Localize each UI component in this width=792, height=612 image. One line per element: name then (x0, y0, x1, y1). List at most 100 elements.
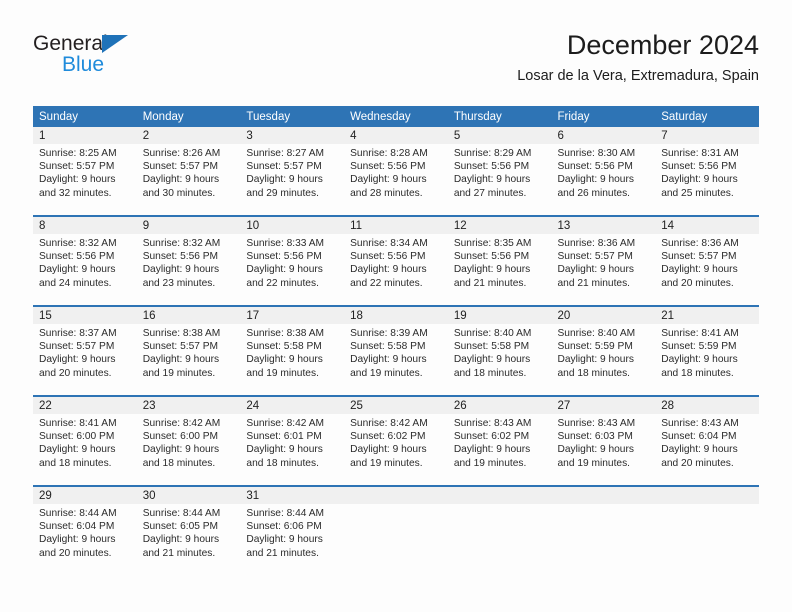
day-cell[interactable]: Sunrise: 8:34 AM Sunset: 5:56 PM Daylight:… (344, 234, 448, 306)
day-cell[interactable]: Sunrise: 8:43 AM Sunset: 6:04 PM Daylight:… (655, 414, 759, 486)
day-number-empty (655, 485, 759, 504)
day-number[interactable]: 9 (136, 215, 241, 234)
day-cell[interactable]: Sunrise: 8:42 AM Sunset: 6:01 PM Daylight:… (240, 414, 345, 486)
daylight-text: Daylight: 9 hours (39, 174, 116, 186)
title-block: December 2024 Losar de la Vera, Extremad… (517, 28, 759, 85)
day-number[interactable]: 15 (33, 305, 137, 324)
day-cell[interactable]: Sunrise: 8:27 AM Sunset: 5:57 PM Daylight:… (240, 144, 345, 216)
sunset-text: Sunset: 5:57 PM (39, 341, 115, 353)
day-number-row: 1234567 (33, 127, 759, 144)
daylight-text: Daylight: 9 hours (350, 354, 427, 366)
day-number[interactable]: 19 (447, 305, 552, 324)
sunrise-text: Sunrise: 8:38 AM (246, 328, 324, 339)
daylight-text: Daylight: 9 hours (453, 264, 531, 276)
day-cell[interactable]: Sunrise: 8:32 AM Sunset: 5:56 PM Daylight:… (136, 234, 241, 306)
day-number[interactable]: 26 (447, 395, 552, 414)
day-number[interactable]: 23 (136, 395, 241, 414)
day-number[interactable]: 1 (33, 127, 137, 144)
day-cell[interactable]: Sunrise: 8:44 AM Sunset: 6:05 PM Daylight:… (136, 504, 241, 575)
sunset-text: Sunset: 5:57 PM (557, 251, 633, 263)
daylight-text: Daylight: 9 hours (39, 444, 116, 456)
daylight-text: Daylight: 9 hours (39, 354, 116, 366)
day-number[interactable]: 30 (136, 485, 241, 504)
day-cell[interactable]: Sunrise: 8:31 AM Sunset: 5:56 PM Daylight:… (655, 144, 759, 216)
daylight-text: and 19 minutes. (246, 367, 319, 379)
sunrise-text: Sunrise: 8:29 AM (453, 148, 532, 159)
day-number[interactable]: 17 (240, 305, 345, 324)
sunrise-text: Sunrise: 8:42 AM (142, 418, 221, 429)
day-number[interactable]: 12 (447, 215, 552, 234)
daylight-text: and 18 minutes. (453, 367, 527, 379)
day-number[interactable]: 31 (240, 485, 345, 504)
daylight-text: and 18 minutes. (246, 457, 319, 469)
day-number[interactable]: 24 (240, 395, 345, 414)
day-number[interactable]: 11 (344, 215, 448, 234)
day-cell[interactable]: Sunrise: 8:44 AM Sunset: 6:04 PM Daylight:… (33, 504, 137, 575)
day-cell[interactable]: Sunrise: 8:29 AM Sunset: 5:56 PM Daylight:… (447, 144, 552, 216)
day-number[interactable]: 3 (240, 127, 345, 144)
day-detail-row: Sunrise: 8:37 AM Sunset: 5:57 PM Daylight:… (33, 324, 759, 396)
day-number[interactable]: 16 (136, 305, 241, 324)
day-number[interactable]: 4 (344, 127, 448, 144)
day-number[interactable]: 10 (240, 215, 345, 234)
daylight-text: and 19 minutes. (453, 457, 527, 469)
day-number[interactable]: 25 (344, 395, 448, 414)
day-number[interactable]: 18 (344, 305, 448, 324)
day-number[interactable]: 14 (655, 215, 759, 234)
day-cell-empty (655, 504, 759, 575)
daylight-text: and 19 minutes. (350, 457, 423, 469)
sunrise-text: Sunrise: 8:32 AM (39, 238, 117, 249)
day-number[interactable]: 22 (33, 395, 137, 414)
general-blue-logo[interactable]: General Blue (33, 32, 253, 86)
day-cell[interactable]: Sunrise: 8:38 AM Sunset: 5:57 PM Daylight:… (136, 324, 241, 396)
day-cell[interactable]: Sunrise: 8:38 AM Sunset: 5:58 PM Daylight:… (240, 324, 345, 396)
day-number[interactable]: 6 (551, 127, 656, 144)
day-cell[interactable]: Sunrise: 8:35 AM Sunset: 5:56 PM Daylight:… (447, 234, 552, 306)
day-cell[interactable]: Sunrise: 8:33 AM Sunset: 5:56 PM Daylight:… (240, 234, 345, 306)
day-number[interactable]: 29 (33, 485, 137, 504)
sunrise-text: Sunrise: 8:36 AM (557, 238, 636, 249)
calendar-week: 15 16 17 18 19 20 21 Sunrise: 8:37 AM Sunset: 5:… (33, 305, 759, 396)
day-number[interactable]: 13 (551, 215, 656, 234)
sun-times-calendar: Sunday Monday Tuesday Wednesday Thursday Frid… (33, 106, 759, 575)
column-header-sunday: Sunday (33, 106, 137, 127)
day-cell[interactable]: Sunrise: 8:40 AM Sunset: 5:59 PM Daylight:… (551, 324, 656, 396)
day-cell[interactable]: Sunrise: 8:39 AM Sunset: 5:58 PM Daylight:… (344, 324, 448, 396)
daylight-text: and 20 minutes. (39, 547, 112, 559)
daylight-text: and 23 minutes. (142, 277, 216, 289)
day-cell[interactable]: Sunrise: 8:42 AM Sunset: 6:00 PM Daylight:… (136, 414, 241, 486)
day-number[interactable]: 5 (447, 127, 552, 144)
daylight-text: and 18 minutes. (661, 367, 734, 379)
day-number[interactable]: 27 (551, 395, 656, 414)
day-cell[interactable]: Sunrise: 8:32 AM Sunset: 5:56 PM Daylight:… (33, 234, 137, 306)
day-number-empty (447, 485, 552, 504)
day-number[interactable]: 7 (655, 127, 759, 144)
day-cell[interactable]: Sunrise: 8:25 AM Sunset: 5:57 PM Daylight:… (33, 144, 137, 216)
day-number[interactable]: 21 (655, 305, 759, 324)
day-number[interactable]: 28 (655, 395, 759, 414)
day-cell[interactable]: Sunrise: 8:36 AM Sunset: 5:57 PM Daylight:… (551, 234, 656, 306)
daylight-text: and 19 minutes. (142, 367, 216, 379)
day-number[interactable]: 20 (551, 305, 656, 324)
day-cell[interactable]: Sunrise: 8:44 AM Sunset: 6:06 PM Daylight:… (240, 504, 345, 575)
day-cell[interactable]: Sunrise: 8:28 AM Sunset: 5:56 PM Daylight:… (344, 144, 448, 216)
day-number-row: 29 30 31 (33, 485, 759, 504)
sunset-text: Sunset: 5:58 PM (246, 341, 322, 353)
day-cell[interactable]: Sunrise: 8:36 AM Sunset: 5:57 PM Daylight:… (655, 234, 759, 306)
day-cell[interactable]: Sunrise: 8:42 AM Sunset: 6:02 PM Daylight:… (344, 414, 448, 486)
day-cell[interactable]: Sunrise: 8:40 AM Sunset: 5:58 PM Daylight:… (447, 324, 552, 396)
daylight-text: Daylight: 9 hours (557, 444, 634, 456)
day-cell[interactable]: Sunrise: 8:37 AM Sunset: 5:57 PM Daylight:… (33, 324, 137, 396)
daylight-text: Daylight: 9 hours (350, 264, 427, 276)
day-cell[interactable]: Sunrise: 8:30 AM Sunset: 5:56 PM Daylight:… (551, 144, 656, 216)
sunset-text: Sunset: 5:56 PM (453, 251, 530, 263)
day-number[interactable]: 2 (136, 127, 241, 144)
day-cell[interactable]: Sunrise: 8:41 AM Sunset: 5:59 PM Daylight:… (655, 324, 759, 396)
daylight-text: Daylight: 9 hours (557, 264, 634, 276)
day-cell[interactable]: Sunrise: 8:43 AM Sunset: 6:02 PM Daylight:… (447, 414, 552, 486)
day-number[interactable]: 8 (33, 215, 137, 234)
day-cell[interactable]: Sunrise: 8:26 AM Sunset: 5:57 PM Daylight:… (136, 144, 241, 216)
daylight-text: Daylight: 9 hours (661, 264, 738, 276)
day-cell[interactable]: Sunrise: 8:41 AM Sunset: 6:00 PM Daylight:… (33, 414, 137, 486)
day-cell[interactable]: Sunrise: 8:43 AM Sunset: 6:03 PM Daylight:… (551, 414, 656, 486)
